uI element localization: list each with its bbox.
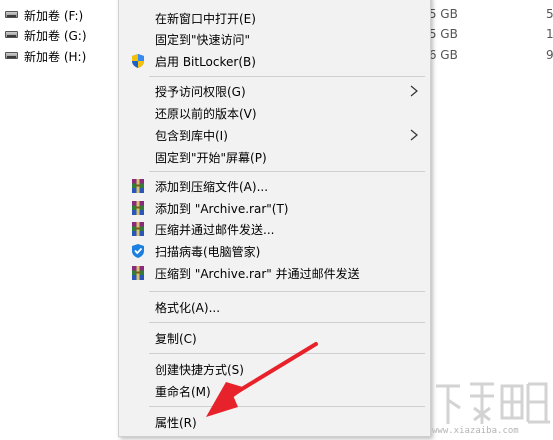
menu-item-label: 重命名(M) (155, 385, 211, 399)
menu-separator (149, 291, 425, 292)
menu-item-label: 复制(C) (155, 332, 197, 346)
menu-separator (149, 322, 425, 323)
drive-name: 新加卷 (F:) (24, 9, 84, 23)
menu-item-label: 包含到库中(I) (155, 129, 228, 143)
menu-item-label: 固定到"快速访问" (155, 33, 251, 47)
chevron-right-icon (408, 128, 420, 142)
menu-item-compress-email[interactable]: 压缩并通过邮件发送... (119, 218, 430, 240)
menu-item-copy[interactable]: 复制(C) (119, 327, 430, 349)
menu-item-grant-access[interactable]: 授予访问权限(G) (119, 80, 430, 102)
menu-item-scan-virus[interactable]: 扫描病毒(电脑管家) (119, 240, 430, 262)
menu-separator (149, 406, 425, 407)
chevron-right-icon (408, 84, 420, 98)
winrar-icon (130, 200, 146, 216)
menu-item-label: 在新窗口中打开(E) (155, 12, 256, 26)
menu-item-label: 添加到压缩文件(A)... (155, 180, 269, 194)
menu-item-label: 启用 BitLocker(B) (155, 55, 256, 69)
menu-item-enable-bitlocker[interactable]: 启用 BitLocker(B) (119, 50, 430, 72)
drive-free: 9 (546, 48, 553, 62)
menu-item-format[interactable]: 格式化(A)... (119, 296, 430, 318)
menu-item-label: 授予访问权限(G) (155, 85, 246, 99)
menu-item-label: 属性(R) (155, 416, 197, 430)
winrar-icon (130, 178, 146, 194)
menu-item-label: 扫描病毒(电脑管家) (155, 245, 261, 259)
watermark-text: www.xiazaiba.com (432, 426, 519, 436)
menu-separator (149, 76, 425, 77)
menu-separator (149, 171, 425, 172)
uac-shield-icon (130, 53, 146, 69)
menu-item-label: 压缩并通过邮件发送... (155, 223, 275, 237)
menu-item-label: 格式化(A)... (155, 301, 221, 315)
drive-free: 1 (546, 27, 553, 41)
menu-item-open-new-window[interactable]: 在新窗口中打开(E) (119, 7, 430, 29)
menu-item-pin-quick-access[interactable]: 固定到"快速访问" (119, 28, 430, 50)
menu-item-add-archive[interactable]: 添加到压缩文件(A)... (119, 175, 430, 197)
drive-icon (5, 11, 18, 18)
drive-name: 新加卷 (H:) (24, 50, 87, 64)
drive-icon (5, 31, 18, 38)
menu-item-label: 还原以前的版本(V) (155, 107, 257, 121)
context-menu: 在新窗口中打开(E) 固定到"快速访问" 启用 BitLocker(B) 授予访… (118, 0, 431, 437)
menu-item-include-library[interactable]: 包含到库中(I) (119, 124, 430, 146)
menu-item-label: 固定到"开始"屏幕(P) (155, 151, 267, 165)
menu-item-compress-rar-email[interactable]: 压缩到 "Archive.rar" 并通过邮件发送 (119, 262, 430, 284)
drive-name: 新加卷 (G:) (24, 29, 87, 43)
winrar-icon (130, 265, 146, 281)
winrar-icon (130, 221, 146, 237)
menu-item-create-shortcut[interactable]: 创建快捷方式(S) (119, 358, 430, 380)
menu-item-pin-start[interactable]: 固定到"开始"屏幕(P) (119, 146, 430, 168)
menu-item-label: 添加到 "Archive.rar"(T) (155, 202, 289, 216)
menu-item-properties[interactable]: 属性(R) (119, 411, 430, 433)
menu-item-add-archive-rar[interactable]: 添加到 "Archive.rar"(T) (119, 197, 430, 219)
menu-item-label: 创建快捷方式(S) (155, 363, 244, 377)
menu-item-label: 压缩到 "Archive.rar" 并通过邮件发送 (155, 267, 360, 281)
menu-item-restore-versions[interactable]: 还原以前的版本(V) (119, 102, 430, 124)
menu-separator (149, 353, 425, 354)
tencent-shield-icon (130, 243, 146, 259)
menu-item-rename[interactable]: 重命名(M) (119, 380, 430, 402)
drive-free: 5 (546, 7, 553, 21)
drive-icon (5, 52, 18, 59)
